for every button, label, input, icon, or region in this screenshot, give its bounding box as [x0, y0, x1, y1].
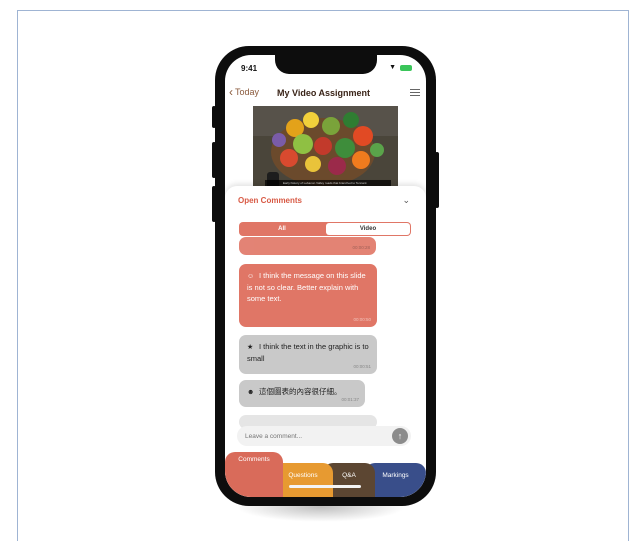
comment-timestamp: 00:00:50: [353, 317, 371, 322]
back-button[interactable]: ‹ Today: [229, 85, 260, 99]
list-menu-icon[interactable]: [410, 87, 420, 99]
home-indicator: [289, 485, 361, 488]
comment-input[interactable]: [245, 430, 385, 442]
comment-input-bar: ↑: [237, 426, 411, 446]
panel-title: Open Comments: [238, 196, 303, 205]
comment-timestamp: 00:00:28: [352, 245, 370, 250]
comment-timestamp: 00:00:51: [353, 364, 371, 369]
video-player[interactable]: Early history of Lebanon Valley roads th…: [253, 106, 398, 190]
avatar-icon: ☺: [247, 273, 255, 280]
comment-text: I think the text in the graphic is to sm…: [247, 342, 369, 363]
comment-text: 這個圖表的內容很仔細。: [259, 387, 342, 396]
comment-text: I think the message on this slide is not…: [247, 271, 366, 303]
status-icons: ▼: [389, 64, 412, 71]
bottom-tab-bar: Comments Questions Q&A Markings: [225, 451, 426, 497]
battery-icon: [400, 64, 412, 71]
comment-bubble[interactable]: 00:00:28: [239, 237, 376, 255]
page-title: My Video Assignment: [277, 88, 371, 98]
comments-panel: Open Comments ⌄ All Video 00:00:28 ☺ I th…: [225, 186, 426, 497]
chevron-left-icon: ‹: [229, 85, 233, 99]
segment-all[interactable]: All: [239, 222, 325, 236]
comment-bubble[interactable]: ☻ 這個圖表的內容很仔細。 00:01:37: [239, 380, 365, 407]
comment-bubble[interactable]: ☺ I think the message on this slide is no…: [239, 264, 377, 327]
navigation-bar: ‹ Today My Video Assignment: [225, 86, 426, 104]
segment-video[interactable]: Video: [326, 223, 410, 235]
back-label: Today: [235, 87, 260, 97]
tab-comments[interactable]: Comments: [225, 452, 283, 497]
collapse-chevron-icon[interactable]: ⌄: [402, 195, 410, 206]
send-arrow-up-icon[interactable]: ↑: [392, 428, 408, 444]
medal-icon: ★: [247, 344, 254, 351]
face-icon: ☻: [247, 389, 255, 396]
segmented-control: All Video: [239, 222, 411, 236]
comment-timestamp: 00:01:37: [341, 397, 359, 402]
phone-screen: 9:41 ▼ ‹ Today My Video Assignment Early…: [225, 55, 426, 497]
wifi-icon: ▼: [389, 64, 396, 71]
comment-bubble[interactable]: ★ I think the text in the graphic is to s…: [239, 335, 377, 374]
status-time: 9:41: [241, 64, 258, 73]
phone-notch: [275, 55, 377, 74]
